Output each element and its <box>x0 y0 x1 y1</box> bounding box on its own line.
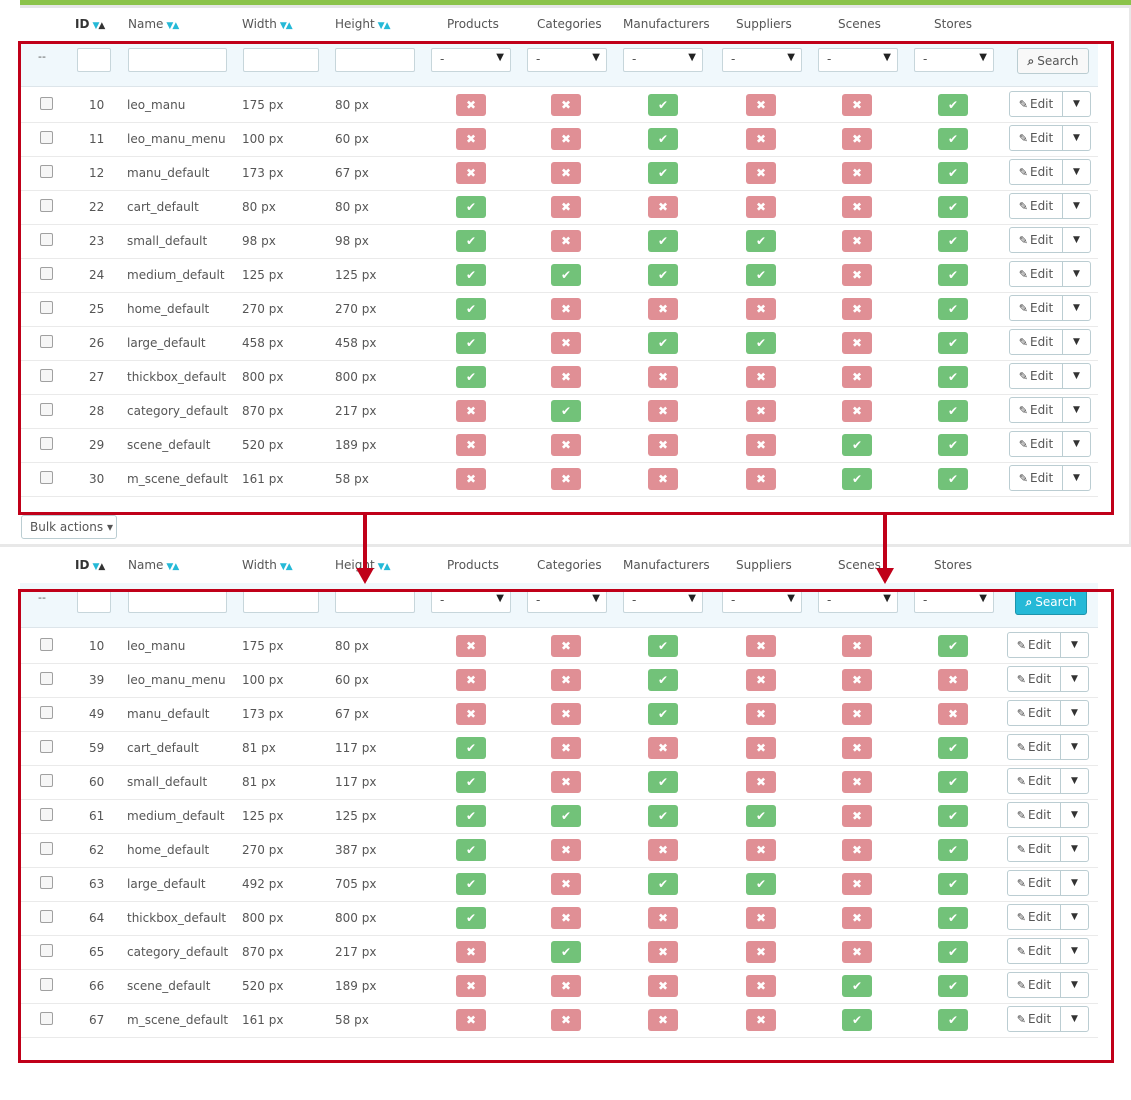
arrow-connector-right <box>883 515 887 570</box>
sort-asc-icon[interactable]: ▲ <box>172 562 179 572</box>
column-header-label: Name <box>128 558 164 572</box>
sort-asc-icon[interactable]: ▲ <box>98 21 105 31</box>
column-header-label: Stores <box>934 558 972 572</box>
sort-icon[interactable]: ▼▲ <box>378 550 391 584</box>
sort-icon[interactable]: ▼▲ <box>280 550 293 584</box>
column-header-label: ID <box>75 17 90 31</box>
column-header-label: Products <box>447 17 499 31</box>
arrow-connector-left <box>363 515 367 570</box>
column-header-row: ID ▼▲ Name ▼▲ Width ▼▲ Height ▼▲ Products Categor… <box>20 548 1098 582</box>
sort-asc-icon[interactable]: ▲ <box>384 562 391 572</box>
sort-icon[interactable]: ▼▲ <box>92 550 105 584</box>
column-header-id[interactable]: ID ▼▲ <box>75 7 105 43</box>
column-header-label: Height <box>335 17 375 31</box>
column-header-label: Suppliers <box>736 558 792 572</box>
sort-icon[interactable]: ▼▲ <box>166 9 179 43</box>
column-header-name[interactable]: Name ▼▲ <box>128 548 179 584</box>
column-header-name[interactable]: Name ▼▲ <box>128 7 179 43</box>
sort-icon[interactable]: ▼▲ <box>378 9 391 43</box>
column-header-row: ID ▼▲ Name ▼▲ Width ▼▲ Height ▼▲ Products Categor… <box>20 7 1098 41</box>
highlight-box-after <box>18 589 1114 1063</box>
bulk-actions-label: Bulk actions <box>30 520 104 534</box>
column-header-label: Categories <box>537 558 602 572</box>
column-header-label: Scenes <box>838 558 881 572</box>
column-header-label: Width <box>242 558 277 572</box>
column-header-manufacturers: Manufacturers <box>623 7 710 41</box>
column-header-label: Stores <box>934 17 972 31</box>
column-header-label: Manufacturers <box>623 17 710 31</box>
column-header-label: Suppliers <box>736 17 792 31</box>
section-divider <box>0 544 1131 547</box>
sort-asc-icon[interactable]: ▲ <box>384 21 391 31</box>
column-header-label: Width <box>242 17 277 31</box>
column-header-stores: Stores <box>934 7 972 41</box>
column-header-suppliers: Suppliers <box>736 548 792 582</box>
column-header-products: Products <box>447 548 499 582</box>
column-header-label: Name <box>128 17 164 31</box>
column-header-suppliers: Suppliers <box>736 7 792 41</box>
caret-down-icon: ▾ <box>106 520 113 534</box>
column-header-stores: Stores <box>934 548 972 582</box>
sort-asc-icon[interactable]: ▲ <box>286 21 293 31</box>
column-header-categories: Categories <box>537 548 602 582</box>
column-header-width[interactable]: Width ▼▲ <box>242 548 293 584</box>
column-header-height[interactable]: Height ▼▲ <box>335 7 391 43</box>
column-header-scenes: Scenes <box>838 7 881 41</box>
column-header-label: Categories <box>537 17 602 31</box>
sort-asc-icon[interactable]: ▲ <box>286 562 293 572</box>
highlight-box-before <box>18 41 1114 515</box>
sort-icon[interactable]: ▼▲ <box>280 9 293 43</box>
arrow-head-right <box>876 568 894 584</box>
sort-icon[interactable]: ▼▲ <box>92 9 105 43</box>
column-header-width[interactable]: Width ▼▲ <box>242 7 293 43</box>
sort-asc-icon[interactable]: ▲ <box>172 21 179 31</box>
bulk-actions-button[interactable]: Bulk actions ▾ <box>21 515 117 539</box>
column-header-label: ID <box>75 558 90 572</box>
column-header-label: Manufacturers <box>623 558 710 572</box>
column-header-products: Products <box>447 7 499 41</box>
column-header-label: Products <box>447 558 499 572</box>
column-header-manufacturers: Manufacturers <box>623 548 710 582</box>
sort-icon[interactable]: ▼▲ <box>166 550 179 584</box>
sort-asc-icon[interactable]: ▲ <box>98 562 105 572</box>
column-header-scenes: Scenes <box>838 548 881 582</box>
column-header-label: Scenes <box>838 17 881 31</box>
column-header-categories: Categories <box>537 7 602 41</box>
column-header-id[interactable]: ID ▼▲ <box>75 548 105 584</box>
arrow-head-left <box>356 568 374 584</box>
